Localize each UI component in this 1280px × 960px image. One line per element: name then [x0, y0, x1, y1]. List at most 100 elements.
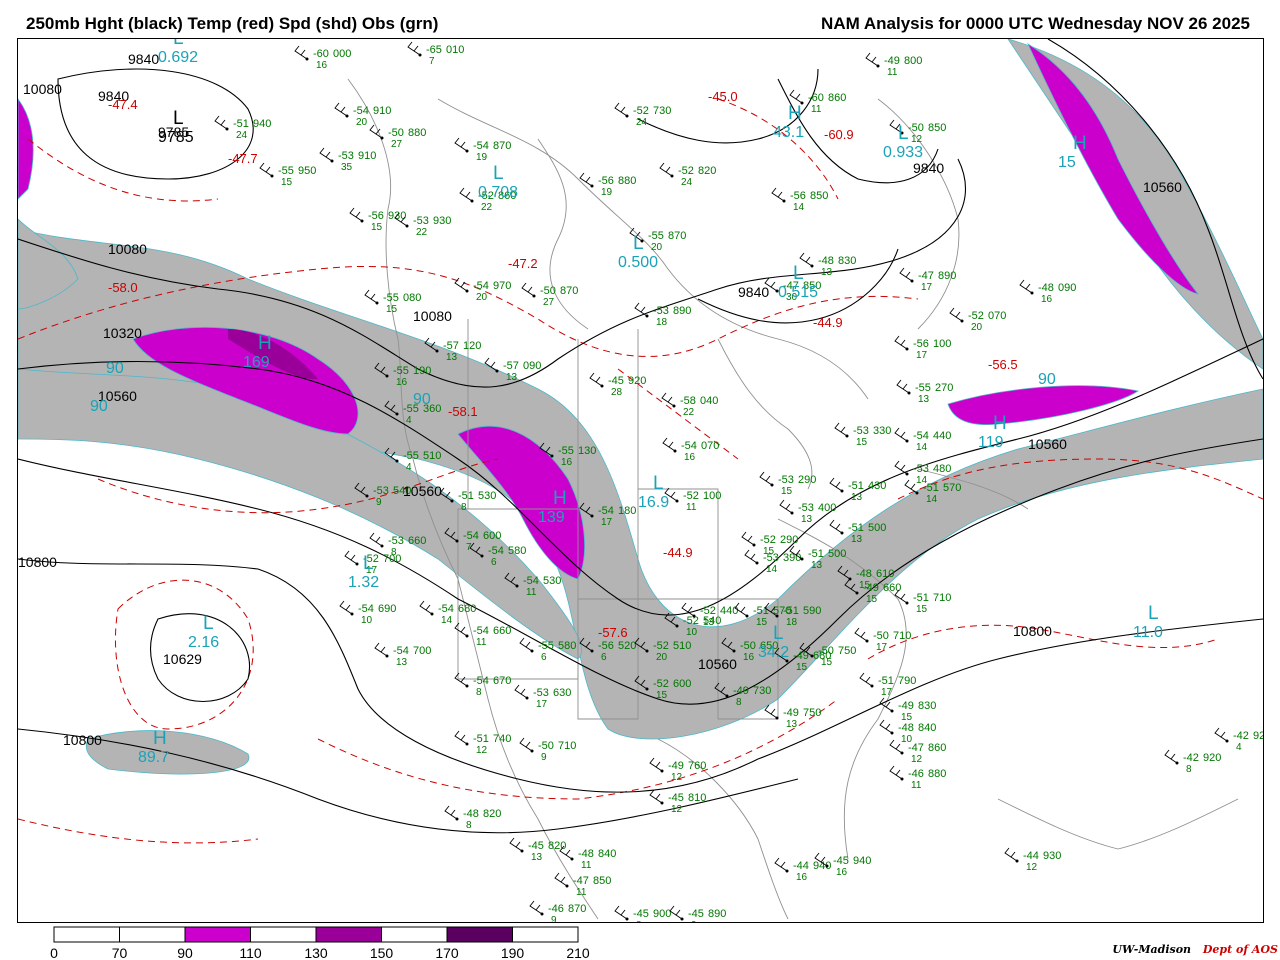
- obs-height: 740: [493, 733, 511, 745]
- obs-temperature: -53: [913, 463, 929, 475]
- colorbar-segments: [53, 926, 579, 943]
- obs-dewpoint: 19: [476, 152, 488, 163]
- temperature-label: -57.6: [598, 625, 628, 640]
- obs-wind-barb: [519, 737, 533, 752]
- obs-temperature: -42: [1233, 730, 1249, 742]
- obs-dewpoint: 8: [736, 697, 742, 708]
- obs-temperature: -52: [653, 640, 669, 652]
- station-obs: -49 760 12: [649, 757, 706, 783]
- obs-height: 430: [868, 480, 886, 492]
- obs-temperature: -48: [1038, 282, 1054, 294]
- boundary-line-12: [717, 338, 813, 490]
- obs-wind-barb: [319, 147, 333, 162]
- obs-dewpoint: 13: [918, 394, 930, 405]
- obs-wind-barb: [554, 872, 568, 887]
- station-obs: -55 270 13: [896, 379, 953, 405]
- obs-dewpoint: 15: [821, 657, 833, 668]
- obs-dewpoint: 17: [881, 687, 893, 698]
- obs-temperature: -52: [700, 605, 716, 617]
- obs-dewpoint: 4: [406, 462, 412, 473]
- temperature-label: -47.7: [228, 151, 258, 166]
- obs-temperature: -45: [668, 792, 684, 804]
- obs-temperature: -42: [1183, 752, 1199, 764]
- obs-dewpoint: 17: [536, 699, 548, 710]
- obs-height: 790: [898, 675, 916, 687]
- temperature-contour-8: [27, 138, 219, 202]
- obs-temperature: -53: [338, 150, 354, 162]
- obs-dewpoint: 11: [476, 637, 487, 648]
- obs-temperature: -54: [393, 645, 409, 657]
- obs-dewpoint: 14: [766, 564, 778, 575]
- obs-dewpoint: 16: [743, 652, 755, 663]
- station-obs: -54 440 14: [894, 427, 951, 453]
- obs-height: 500: [868, 522, 886, 534]
- obs-dewpoint: 13: [396, 657, 408, 668]
- obs-temperature: -48: [818, 255, 834, 267]
- obs-dewpoint: 15: [796, 662, 808, 673]
- obs-dewpoint: 11: [576, 887, 587, 898]
- obs-dewpoint: 17: [921, 282, 933, 293]
- center-value: 139: [538, 509, 565, 526]
- station-obs: -44 930 12: [1004, 847, 1061, 873]
- obs-height: 090: [1058, 282, 1076, 294]
- obs-height: 890: [673, 305, 691, 317]
- obs-dewpoint: 12: [1026, 862, 1038, 873]
- station-obs: -54 870 19: [454, 137, 511, 163]
- obs-dewpoint: 17: [876, 642, 888, 653]
- obs-temperature: -53: [853, 425, 869, 437]
- obs-temperature: -45: [608, 375, 624, 387]
- obs-dewpoint: 7: [466, 542, 472, 553]
- height-label: 10080: [108, 241, 147, 257]
- station-obs: -54 070 16: [662, 437, 719, 463]
- obs-dewpoint: 13: [506, 372, 518, 383]
- obs-dewpoint: 24: [236, 130, 248, 141]
- obs-height: 730: [653, 105, 671, 117]
- pressure-center: H43.1: [773, 103, 804, 141]
- obs-temperature: -53: [763, 552, 779, 564]
- obs-height: 870: [668, 230, 686, 242]
- obs-height: 940: [813, 860, 831, 872]
- obs-wind-barb: [294, 45, 308, 60]
- station-obs: -54 700 13: [374, 642, 431, 668]
- obs-height: 100: [933, 338, 951, 350]
- obs-wind-barb: [349, 207, 363, 222]
- obs-dewpoint: 9: [551, 915, 557, 922]
- station-obs: -50 870 27: [521, 282, 578, 308]
- obs-dewpoint: 15: [756, 617, 768, 628]
- obs-temperature: -50: [540, 285, 556, 297]
- obs-temperature: -54: [913, 430, 929, 442]
- obs-height: 750: [803, 707, 821, 719]
- obs-wind-barb: [529, 900, 543, 915]
- station-obs: -53 890 18: [634, 302, 691, 328]
- obs-height: 860: [928, 742, 946, 754]
- station-obs: -47 860 12: [889, 739, 946, 765]
- height-label: 10080: [23, 81, 62, 97]
- obs-dewpoint: 13: [811, 560, 823, 571]
- obs-temperature: -47: [918, 270, 934, 282]
- obs-height: 880: [408, 127, 426, 139]
- center-value: 2.16: [188, 634, 219, 651]
- obs-temperature: -45: [688, 908, 704, 920]
- obs-temperature: -45: [833, 855, 849, 867]
- center-value: 89.7: [138, 749, 169, 766]
- obs-height: 290: [798, 474, 816, 486]
- obs-temperature: -54: [358, 603, 374, 615]
- colorbar-tick-label: 150: [370, 945, 394, 960]
- obs-temperature: -57: [503, 360, 519, 372]
- center-letter: L: [493, 163, 504, 184]
- obs-dewpoint: 12: [671, 772, 683, 783]
- obs-temperature: -51: [913, 592, 929, 604]
- obs-dewpoint: 14: [793, 202, 805, 213]
- obs-dewpoint: 11: [686, 502, 697, 513]
- obs-temperature: -45: [633, 908, 649, 920]
- speed-shade-110-3: [18, 98, 34, 200]
- obs-dewpoint: 14: [926, 494, 938, 505]
- obs-dewpoint: 20: [476, 292, 488, 303]
- center-value: 119: [978, 434, 1004, 451]
- station-obs: -53 910 35: [319, 147, 376, 173]
- obs-temperature: -53: [388, 535, 404, 547]
- station-obs: -48 090 16: [1019, 279, 1076, 305]
- colorbar-segment: [446, 926, 513, 943]
- obs-wind-barb: [589, 372, 603, 387]
- obs-wind-barb: [514, 684, 528, 699]
